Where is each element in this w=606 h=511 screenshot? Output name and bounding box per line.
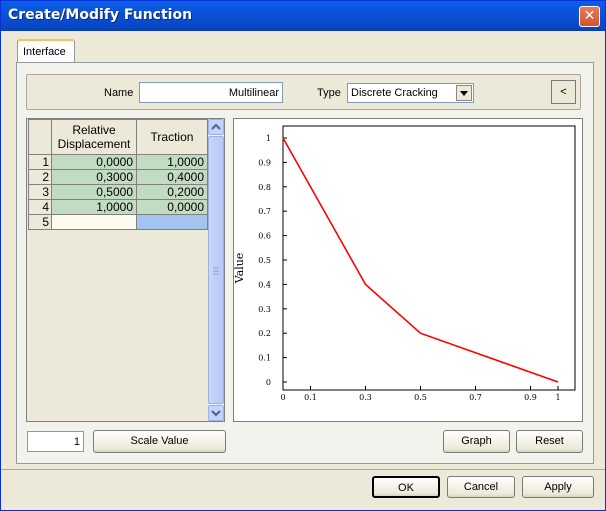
row-header[interactable]: 2 [28,169,52,185]
cell-displacement[interactable] [51,214,137,230]
chevron-down-icon[interactable] [456,85,472,101]
ok-button-label: OK [398,482,414,494]
y-tick-label: 0.4 [258,280,271,289]
scale-value-button[interactable]: Scale Value [93,430,226,453]
plot-frame [282,125,576,391]
table-header-row: Relative Displacement Traction [28,119,208,155]
corner-cell[interactable] [28,119,52,155]
cell-traction[interactable] [136,214,208,230]
row-header[interactable]: 1 [28,154,52,170]
column-header-displacement[interactable]: Relative Displacement [51,119,137,155]
type-label: Type [317,87,341,99]
table-row: 1 0,0000 1,0000 [28,154,208,170]
scroll-down-button[interactable] [208,405,224,421]
y-tick-label: 0 [266,378,271,387]
scroll-up-button[interactable] [208,119,224,135]
y-axis-label: Value [233,253,246,285]
chevron-down-icon [211,410,221,417]
y-tick-label: 0.9 [258,158,271,167]
type-select[interactable]: Discrete Cracking [347,83,474,103]
type-select-value: Discrete Cracking [351,87,438,99]
scroll-thumb[interactable] [208,136,224,404]
close-button[interactable]: ✕ [579,6,600,27]
apply-button-label: Apply [544,481,572,493]
function-table: Relative Displacement Traction 1 0,0000 … [28,119,208,230]
y-tick-label: 0.7 [258,207,271,216]
cell-traction[interactable]: 1,0000 [136,154,208,170]
cell-traction[interactable]: 0,4000 [136,169,208,185]
title-bar[interactable]: Create/Modify Function ✕ [1,1,605,31]
series-line [282,137,559,383]
x-tick-label: 0 [280,393,285,402]
x-tick-label: 0.1 [304,393,317,402]
collapse-button-label: < [560,86,567,98]
chevron-up-icon [211,123,221,130]
table-row: 5 [28,214,208,230]
footer-separator [1,469,605,470]
graph-button-label: Graph [461,435,492,447]
scale-value-button-label: Scale Value [130,435,189,447]
scale-value-input[interactable]: 1 [27,431,84,452]
name-input[interactable]: Multilinear [139,82,283,103]
x-tick-label: 1 [555,393,560,402]
table-scrollbar[interactable] [208,119,224,421]
column-header-traction[interactable]: Traction [136,119,208,155]
x-tick-label: 0.5 [414,393,427,402]
cell-displacement[interactable]: 0,0000 [51,154,137,170]
row-header[interactable]: 4 [28,199,52,215]
function-chart: 0 0.1 0.3 0.5 0.7 0.9 1 0 0.1 0.2 0.3 0.4 0.5 0.6 0.7 0… [233,125,576,402]
dialog-window: Create/Modify Function ✕ Interface Name … [0,0,606,511]
cell-displacement[interactable]: 0,5000 [51,184,137,200]
tab-interface-label: Interface [23,46,66,58]
cancel-button[interactable]: Cancel [447,476,515,498]
apply-button[interactable]: Apply [522,476,594,498]
x-tick-label: 0.3 [359,393,372,402]
row-header[interactable]: 5 [28,214,52,230]
scale-value-text: 1 [73,436,80,448]
reset-button[interactable]: Reset [516,430,583,453]
name-label: Name [104,87,134,99]
y-tick-label: 0.6 [258,232,271,241]
tab-interface[interactable]: Interface [17,39,75,62]
y-tick-label: 0.5 [258,256,271,265]
window-title: Create/Modify Function [8,7,193,23]
table-row: 4 1,0000 0,0000 [28,199,208,215]
grip-icon [213,267,219,275]
table-row: 2 0,3000 0,4000 [28,169,208,185]
graph-button[interactable]: Graph [443,430,510,453]
cell-traction[interactable]: 0,2000 [136,184,208,200]
cell-displacement[interactable]: 0,3000 [51,169,137,185]
ok-button[interactable]: OK [372,476,440,498]
reset-button-label: Reset [535,435,564,447]
y-tick-label: 0.8 [258,183,271,192]
collapse-button[interactable]: < [551,80,576,104]
x-tick-label: 0.9 [524,393,537,402]
cell-displacement[interactable]: 1,0000 [51,199,137,215]
name-input-value: Multilinear [228,87,279,99]
x-tick-label: 0.7 [469,393,482,402]
y-tick-label: 0.2 [258,329,271,338]
cell-traction[interactable]: 0,0000 [136,199,208,215]
cancel-button-label: Cancel [463,481,499,493]
y-tick-label: 1 [266,134,271,143]
y-tick-label: 0.3 [258,305,271,314]
y-tick-label: 0.1 [258,354,271,363]
table-row: 3 0,5000 0,2000 [28,184,208,200]
row-header[interactable]: 3 [28,184,52,200]
